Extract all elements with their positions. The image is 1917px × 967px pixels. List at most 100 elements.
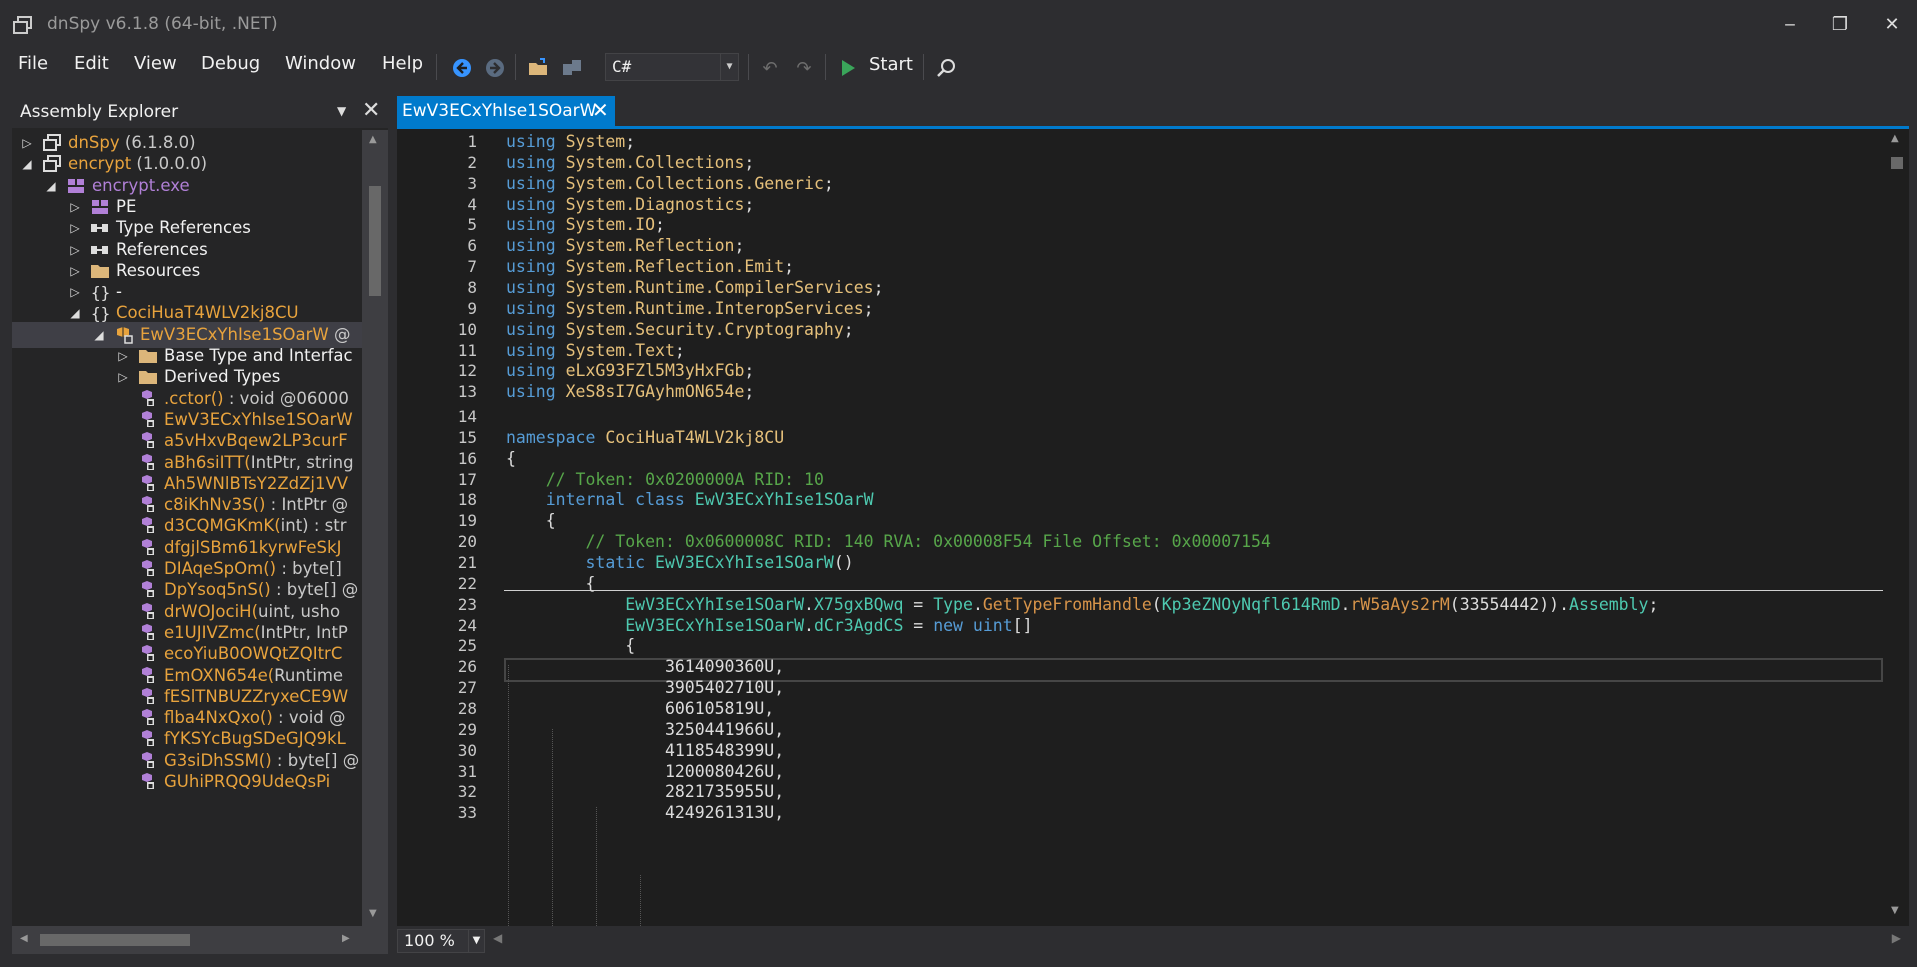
- line-number: 32: [457, 782, 477, 802]
- code-line[interactable]: {: [506, 449, 516, 468]
- line-number: 2: [467, 152, 477, 172]
- code-line[interactable]: using System.Collections;: [506, 153, 754, 172]
- redo-icon[interactable]: ↷: [792, 56, 816, 80]
- code-line[interactable]: 3614090360U,: [506, 657, 784, 676]
- chevron-down-icon[interactable]: ▼: [468, 930, 484, 952]
- tree-node-signature: (6.1.8.0): [119, 133, 196, 152]
- svg-text:{}: {}: [91, 283, 110, 301]
- chevron-down-icon[interactable]: ▼: [720, 54, 738, 80]
- scroll-left-icon[interactable]: ◀: [20, 933, 28, 944]
- code-line[interactable]: 1200080426U,: [506, 762, 784, 781]
- back-icon[interactable]: [450, 56, 474, 80]
- close-window-button[interactable]: ✕: [1872, 10, 1912, 40]
- line-number-gutter: 1 2 3 4 5 6 7 8 9 10 11 12 13 14 15 16 17 18 19 20 21 22 23 24 2…: [417, 129, 477, 926]
- tree-node-signature: (1.0.0.0): [131, 154, 208, 174]
- code-line[interactable]: internal class EwV3ECxYhIse1SOarW: [506, 490, 874, 509]
- indent-guide: [596, 807, 597, 926]
- method-icon: [138, 730, 158, 748]
- menu-debug[interactable]: Debug: [201, 53, 260, 74]
- line-number: 30: [457, 740, 477, 760]
- method-icon: [138, 623, 158, 642]
- tab-label: EwV3ECxYhIse1SOarW: [402, 101, 597, 121]
- open-list-icon[interactable]: [560, 56, 584, 80]
- using-section-separator: [504, 590, 1883, 591]
- menu-edit[interactable]: Edit: [74, 53, 109, 74]
- code-line[interactable]: using System;: [506, 132, 645, 151]
- code-line[interactable]: static EwV3ECxYhIse1SOarW(): [506, 553, 853, 572]
- tree-vertical-scrollbar[interactable]: ▲ ▼: [362, 130, 388, 926]
- code-line[interactable]: using System.IO;: [506, 215, 665, 234]
- code-line[interactable]: {: [506, 636, 635, 655]
- code-line[interactable]: {: [506, 511, 556, 530]
- code-editor[interactable]: 1 2 3 4 5 6 7 8 9 10 11 12 13 14 15 16 17 18 19 20 21 22 23 24 2…: [397, 129, 1909, 926]
- code-line[interactable]: EwV3ECxYhIse1SOarW.dCr3AgdCS = new uint[…: [506, 616, 1032, 635]
- code-line[interactable]: // Token: 0x0600008C RID: 140 RVA: 0x000…: [506, 532, 1270, 551]
- open-folder-icon[interactable]: [527, 56, 551, 80]
- line-number: 10: [457, 319, 477, 339]
- tree-node-signature: Runtime: [274, 665, 344, 685]
- class-icon: [114, 326, 134, 344]
- scrollbar-thumb[interactable]: [369, 186, 381, 296]
- tree-node-signature: @: [328, 324, 351, 344]
- start-icon[interactable]: [836, 56, 860, 80]
- undo-icon[interactable]: ↶: [758, 56, 782, 80]
- method-icon: [138, 496, 158, 514]
- code-line[interactable]: // Token: 0x0200000A RID: 10: [506, 470, 824, 489]
- code-line[interactable]: using XeS8sI7GAyhmON654e;: [506, 382, 754, 401]
- line-number: 27: [457, 678, 477, 698]
- code-line[interactable]: 3250441966U,: [506, 720, 784, 739]
- code-line[interactable]: using System.Reflection.Emit;: [506, 257, 794, 276]
- forward-icon[interactable]: [483, 56, 507, 80]
- close-tab-icon[interactable]: ✕: [592, 98, 609, 122]
- code-line[interactable]: using System.Runtime.CompilerServices;: [506, 278, 884, 297]
- assembly-tree[interactable]: ▷ dnSpy (6.1.8.0) ◢ encrypt (1.0.0.0) ◢ encry…: [12, 130, 362, 926]
- tab-document[interactable]: EwV3ECxYhIse1SOarW ✕: [397, 96, 615, 128]
- scroll-right-icon[interactable]: ▶: [1892, 931, 1901, 945]
- method-icon: [138, 666, 158, 685]
- toolbar-separator: [515, 54, 516, 80]
- panel-menu-icon[interactable]: ▼: [337, 104, 346, 118]
- code-line[interactable]: {: [506, 574, 595, 593]
- scroll-down-icon[interactable]: ▼: [369, 908, 377, 919]
- code-line[interactable]: 4118548399U,: [506, 741, 784, 760]
- scrollbar-thumb[interactable]: [1891, 157, 1903, 169]
- tree-horizontal-scrollbar[interactable]: ◀ ▶: [12, 926, 388, 954]
- language-select[interactable]: C# ▼: [605, 53, 739, 81]
- minimize-button[interactable]: ‒: [1770, 10, 1810, 40]
- code-line[interactable]: EwV3ECxYhIse1SOarW.X75gxBQwq = Type.GetT…: [506, 595, 1658, 614]
- tree-node[interactable]: GUhiPRQQ9UdeQsPi: [12, 769, 362, 795]
- code-line[interactable]: using System.Text;: [506, 341, 685, 360]
- scrollbar-thumb[interactable]: [40, 934, 190, 946]
- method-icon: [138, 602, 158, 621]
- menu-view[interactable]: View: [134, 53, 177, 74]
- code-line[interactable]: using System.Reflection;: [506, 236, 744, 255]
- menu-help[interactable]: Help: [382, 53, 423, 74]
- zoom-select[interactable]: 100 % ▼: [397, 929, 485, 953]
- line-number: 11: [457, 340, 477, 360]
- code-line[interactable]: 606105819U,: [506, 699, 774, 718]
- scroll-left-icon[interactable]: ◀: [493, 931, 502, 945]
- indent-guide: [640, 875, 641, 926]
- code-line[interactable]: namespace CociHuaT4WLV2kj8CU: [506, 428, 784, 447]
- zoom-value: 100 %: [404, 931, 455, 950]
- maximize-button[interactable]: ❐: [1820, 10, 1860, 40]
- code-line[interactable]: using System.Security.Cryptography;: [506, 320, 854, 339]
- code-line[interactable]: 3905402710U,: [506, 678, 784, 697]
- code-line[interactable]: using System.Diagnostics;: [506, 195, 754, 214]
- start-button[interactable]: Start: [869, 54, 913, 75]
- code-line[interactable]: using eLxG93FZl5M3yHxFGb;: [506, 361, 754, 380]
- search-icon[interactable]: [934, 56, 958, 80]
- scroll-up-icon[interactable]: ▲: [369, 134, 377, 145]
- code-line[interactable]: using System.Runtime.InteropServices;: [506, 299, 874, 318]
- code-line[interactable]: 2821735955U,: [506, 782, 784, 801]
- menu-window[interactable]: Window: [285, 53, 356, 74]
- code-line[interactable]: 4249261313U,: [506, 803, 784, 822]
- close-icon[interactable]: ✕: [362, 98, 380, 123]
- editor-vertical-scrollbar[interactable]: ▲ ▼: [1885, 129, 1909, 926]
- scroll-up-icon[interactable]: ▲: [1891, 133, 1899, 144]
- scroll-right-icon[interactable]: ▶: [342, 933, 350, 944]
- typeref-icon: [90, 219, 110, 237]
- menu-file[interactable]: File: [18, 53, 48, 74]
- scroll-down-icon[interactable]: ▼: [1891, 905, 1899, 916]
- code-line[interactable]: using System.Collections.Generic;: [506, 174, 834, 193]
